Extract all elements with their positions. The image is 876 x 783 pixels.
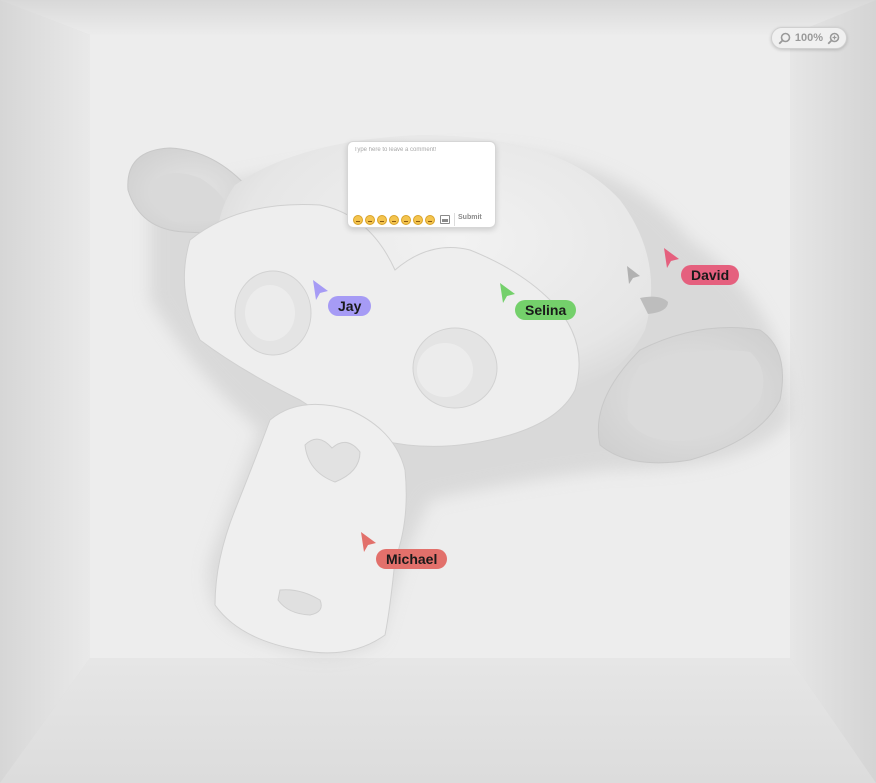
room-ceiling [0,0,876,35]
heart-eyes-face-emoji-icon[interactable] [413,215,423,225]
left-eye [245,285,295,341]
neutral-face-emoji-icon[interactable] [353,215,363,225]
grinning-face-emoji-icon[interactable] [377,215,387,225]
room-floor [0,658,876,783]
emoji-picker-row [353,215,435,225]
comment-input[interactable] [354,147,491,207]
collaborator-tag-jay: Jay [328,296,372,316]
collaborator-tag-michael: Michael [376,549,448,569]
submit-button[interactable]: Submit [458,214,482,221]
3d-viewport[interactable] [0,0,876,783]
zoom-in-icon[interactable] [827,32,840,45]
zoom-out-icon[interactable] [778,32,791,45]
starstruck-face-emoji-icon[interactable] [425,215,435,225]
beaming-face-emoji-icon[interactable] [389,215,399,225]
smiling-face-emoji-icon[interactable] [365,215,375,225]
zoom-level: 100% [794,32,824,44]
room-left-wall [0,0,90,783]
room-right-wall [790,0,876,783]
comment-divider [454,213,455,226]
right-eye [417,343,473,397]
zoom-control: 100% [771,27,847,49]
sunglasses-face-emoji-icon[interactable] [401,215,411,225]
comment-box: Submit [347,141,496,228]
image-icon[interactable] [440,215,450,224]
collaborator-tag-selina: Selina [515,300,577,320]
collaborator-tag-david: David [681,265,740,285]
